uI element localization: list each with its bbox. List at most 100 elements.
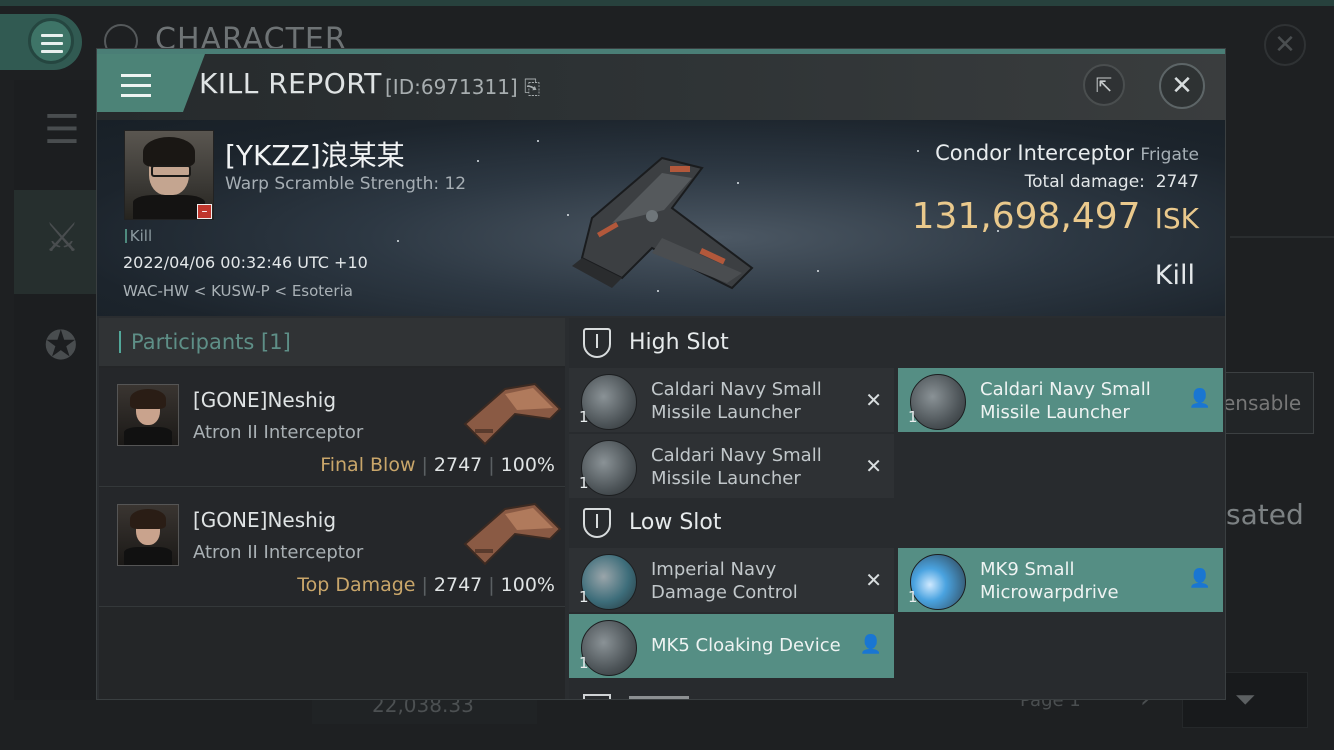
close-icon[interactable]: ✕ (1159, 63, 1205, 109)
total-damage-label: Total damage: (1024, 172, 1145, 192)
participant-percent: 100% (500, 454, 555, 476)
participants-panel: Participants [1] [GONE]Neshig Atron II I… (99, 318, 565, 699)
participant-ship: Atron II Interceptor (193, 422, 364, 443)
kill-tag: Kill (125, 227, 152, 245)
shield-slot-icon (583, 328, 611, 358)
ship-name-text: Condor Interceptor (935, 141, 1134, 165)
isk-value: 131,698,497 ISK (912, 196, 1199, 237)
destroyed-x-icon: ✕ (865, 388, 882, 412)
separator: | (488, 454, 495, 476)
microwarpdrive-icon (910, 554, 966, 610)
kill-datetime: 2022/04/06 00:32:46 UTC +10 (123, 253, 368, 272)
dialog-menu-button[interactable] (97, 54, 183, 112)
participant-role: Top Damage (297, 574, 416, 596)
low-slot-title: Low Slot (629, 510, 722, 535)
sidebar-combat-icon[interactable]: ⚔ (14, 190, 98, 294)
high-slot-title: High Slot (629, 330, 729, 355)
separator: | (488, 574, 495, 596)
participant-portrait[interactable] (117, 384, 179, 446)
victim-name[interactable]: [YKZZ]浪某某 (225, 134, 405, 174)
copy-icon[interactable]: ⎘ (524, 75, 540, 99)
module-item[interactable]: 1 Caldari Navy Small Missile Launcher 👤 (898, 368, 1223, 432)
separator: | (421, 574, 428, 596)
participant-stats: Final Blow | 2747 | 100% (320, 454, 555, 476)
module-quantity: 1 (579, 654, 589, 672)
sidebar-star-icon[interactable]: ✪ (14, 298, 98, 402)
portrait-hair (130, 509, 166, 529)
background-label-partial: sated (1226, 498, 1304, 531)
participant-ship: Atron II Interceptor (193, 542, 364, 563)
corp-standing-badge: – (197, 204, 212, 219)
participant-role: Final Blow (320, 454, 416, 476)
victim-ship-name[interactable]: Condor Interceptor Frigate (935, 141, 1199, 165)
module-name: Caldari Navy Small Missile Launcher (980, 379, 1151, 423)
module-quantity: 1 (579, 588, 589, 606)
destroyed-x-icon: ✕ (865, 454, 882, 478)
participant-ship-image (463, 502, 562, 566)
participant-ship-image (463, 382, 562, 446)
external-link-icon[interactable]: ⇱ (1083, 64, 1125, 106)
missile-launcher-icon (581, 440, 637, 496)
module-quantity: 1 (908, 588, 918, 606)
low-slot-header: Low Slot (569, 498, 1225, 548)
kill-result-label: Kill (1154, 260, 1195, 291)
portrait-hair (130, 389, 166, 409)
missile-launcher-icon (910, 374, 966, 430)
participant-name: [GONE]Neshig (193, 388, 337, 412)
victim-banner: – [YKZZ]浪某某 Warp Scramble Strength: 12 K… (97, 120, 1225, 316)
participant-name: [GONE]Neshig (193, 508, 337, 532)
portrait-body (124, 547, 172, 565)
participant-row[interactable]: [GONE]Neshig Atron II Interceptor Top Da… (99, 488, 565, 607)
participants-header: Participants [1] (99, 318, 565, 366)
module-item[interactable]: 1 Caldari Navy Small Missile Launcher ✕ (569, 368, 894, 432)
module-item[interactable]: 1 Caldari Navy Small Missile Launcher ✕ (569, 434, 894, 498)
module-item[interactable]: 1 MK5 Cloaking Device 👤 (569, 614, 894, 678)
module-item[interactable]: 1 Imperial Navy Damage Control ✕ (569, 548, 894, 612)
portrait-body (133, 195, 205, 219)
hamburger-icon (121, 74, 151, 104)
participant-portrait[interactable] (117, 504, 179, 566)
total-damage: Total damage: 2747 (1025, 172, 1199, 192)
high-slot-header: High Slot (569, 318, 1225, 368)
sidebar-menu-icon[interactable]: ☰ (14, 82, 98, 186)
next-slot-icon-partial (583, 694, 611, 699)
kill-report-id-text: [ID:6971311] (385, 75, 518, 99)
participant-percent: 100% (500, 574, 555, 596)
dropped-person-icon: 👤 (1188, 388, 1211, 409)
damage-control-icon (581, 554, 637, 610)
kill-report-id[interactable]: [ID:6971311] ⎘ (385, 75, 540, 99)
participants-header-marker (119, 331, 121, 353)
kill-tag-text: Kill (129, 227, 153, 245)
fitting-panel: High Slot 1 Caldari Navy Small Missile L… (569, 318, 1225, 699)
cloaking-device-icon (581, 620, 637, 676)
dropped-person-icon: 👤 (1188, 568, 1211, 589)
isk-unit: ISK (1154, 202, 1199, 235)
participant-row[interactable]: [GONE]Neshig Atron II Interceptor Final … (99, 368, 565, 487)
module-name: Imperial Navy Damage Control (651, 559, 798, 603)
warp-scramble-strength: Warp Scramble Strength: 12 (225, 174, 467, 194)
missile-launcher-icon (581, 374, 637, 430)
background-button-partial[interactable]: ensable (1216, 372, 1314, 434)
kill-report-dialog: KILL REPORT [ID:6971311] ⎘ ⇱ ✕ – [YKZZ]浪… (96, 48, 1226, 700)
participants-title-text: Participants (131, 330, 255, 354)
shield-slot-icon (583, 508, 611, 538)
kill-location[interactable]: WAC-HW < KUSW-P < Esoteria (123, 282, 353, 300)
participant-damage: 2747 (433, 574, 483, 596)
participants-count: [1] (261, 330, 291, 354)
portrait-body (124, 427, 172, 445)
module-name: Caldari Navy Small Missile Launcher (651, 379, 822, 423)
isk-amount: 131,698,497 (911, 196, 1141, 237)
module-quantity: 1 (579, 474, 589, 492)
background-close-icon[interactable]: ✕ (1264, 24, 1306, 66)
module-item[interactable]: 1 MK9 Small Microwarpdrive 👤 (898, 548, 1223, 612)
module-name: MK5 Cloaking Device (651, 635, 841, 656)
participants-title: Participants [1] (131, 330, 291, 354)
participant-damage: 2747 (433, 454, 483, 476)
ship-class: Frigate (1140, 145, 1199, 165)
destroyed-x-icon: ✕ (865, 568, 882, 592)
dropped-person-icon: 👤 (859, 634, 882, 655)
module-name: Caldari Navy Small Missile Launcher (651, 445, 822, 489)
module-name: MK9 Small Microwarpdrive (980, 559, 1119, 603)
participant-stats: Top Damage | 2747 | 100% (297, 574, 555, 596)
main-menu-hamburger-icon[interactable] (28, 18, 74, 64)
